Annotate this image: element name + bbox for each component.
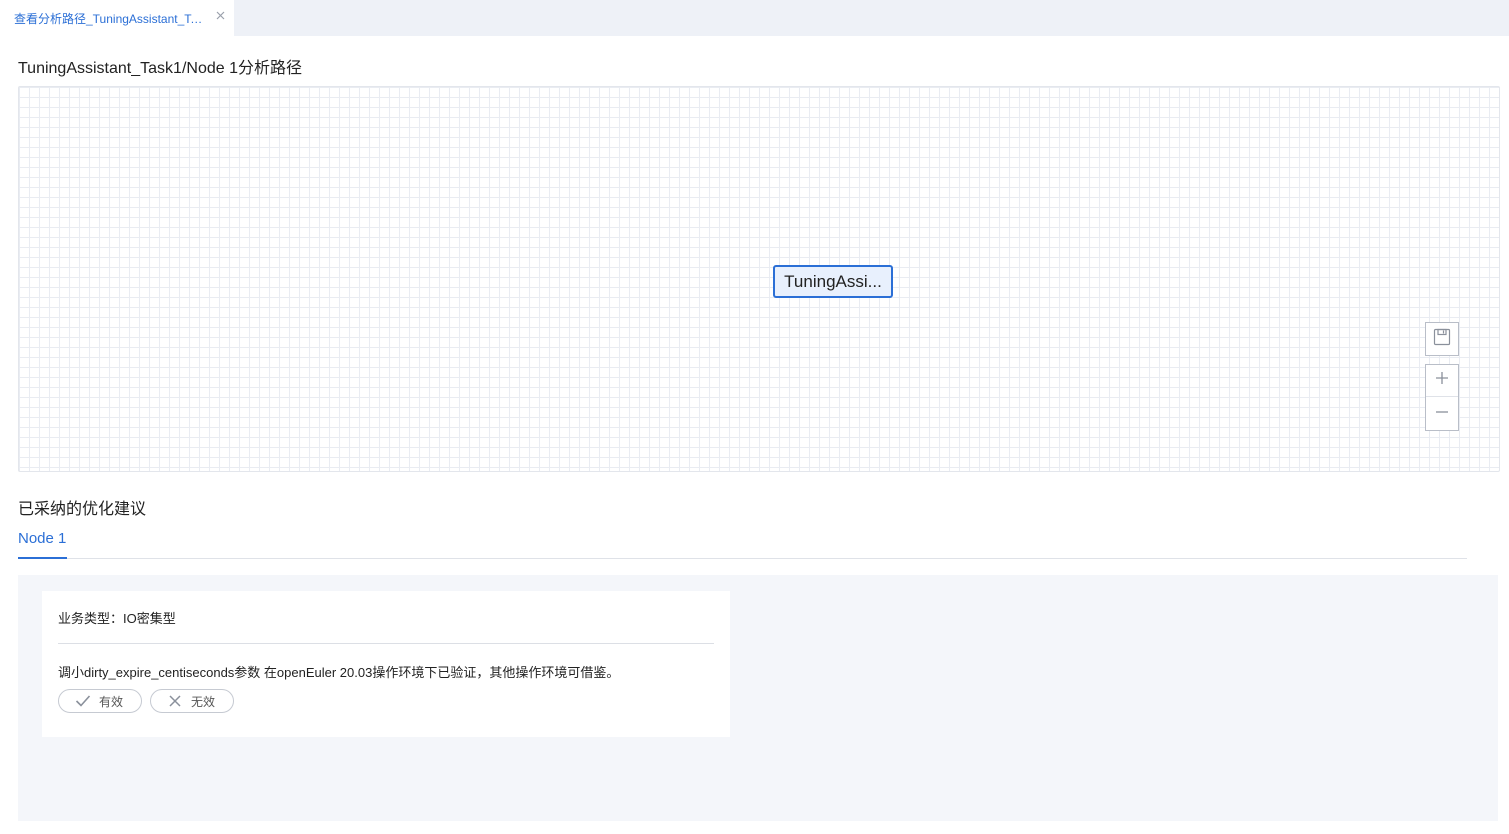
save-button[interactable] bbox=[1425, 322, 1459, 356]
suggestion-text: 调小dirty_expire_centiseconds参数 在openEuler… bbox=[58, 665, 620, 680]
tab-analysis-path[interactable]: 查看分析路径_TuningAssistant_Tas... bbox=[0, 0, 234, 36]
tab-label: 查看分析路径_TuningAssistant_Tas... bbox=[14, 11, 208, 26]
plus-icon bbox=[1434, 370, 1450, 391]
invalid-button[interactable]: 无效 bbox=[150, 689, 234, 713]
suggestion-card: 业务类型：IO密集型 调小dirty_expire_centiseconds参数… bbox=[42, 591, 730, 737]
valid-button[interactable]: 有效 bbox=[58, 689, 142, 713]
zoom-out-button[interactable] bbox=[1426, 398, 1458, 430]
close-icon[interactable] bbox=[213, 9, 227, 23]
zoom-in-button[interactable] bbox=[1426, 365, 1458, 397]
divider bbox=[58, 643, 714, 644]
close-icon bbox=[167, 693, 183, 709]
minus-icon bbox=[1434, 404, 1450, 425]
check-icon bbox=[75, 693, 91, 709]
tab-node-1[interactable]: Node 1 bbox=[18, 526, 68, 559]
valid-label: 有效 bbox=[99, 694, 124, 709]
path-node[interactable]: TuningAssi... bbox=[773, 265, 893, 298]
save-icon bbox=[1433, 328, 1451, 351]
business-type: 业务类型：IO密集型 bbox=[58, 611, 176, 626]
suggestion-panel: 业务类型：IO密集型 调小dirty_expire_centiseconds参数… bbox=[18, 575, 1498, 821]
adopted-suggestions-title: 已采纳的优化建议 bbox=[18, 501, 147, 518]
analysis-path-canvas[interactable]: TuningAssi... bbox=[18, 86, 1500, 472]
node-tabs: Node 1 bbox=[18, 526, 1467, 559]
zoom-controls bbox=[1425, 364, 1459, 431]
invalid-label: 无效 bbox=[191, 694, 216, 709]
tab-bar: 查看分析路径_TuningAssistant_Tas... bbox=[0, 0, 1509, 36]
page-title: TuningAssistant_Task1/Node 1分析路径 bbox=[18, 60, 302, 77]
